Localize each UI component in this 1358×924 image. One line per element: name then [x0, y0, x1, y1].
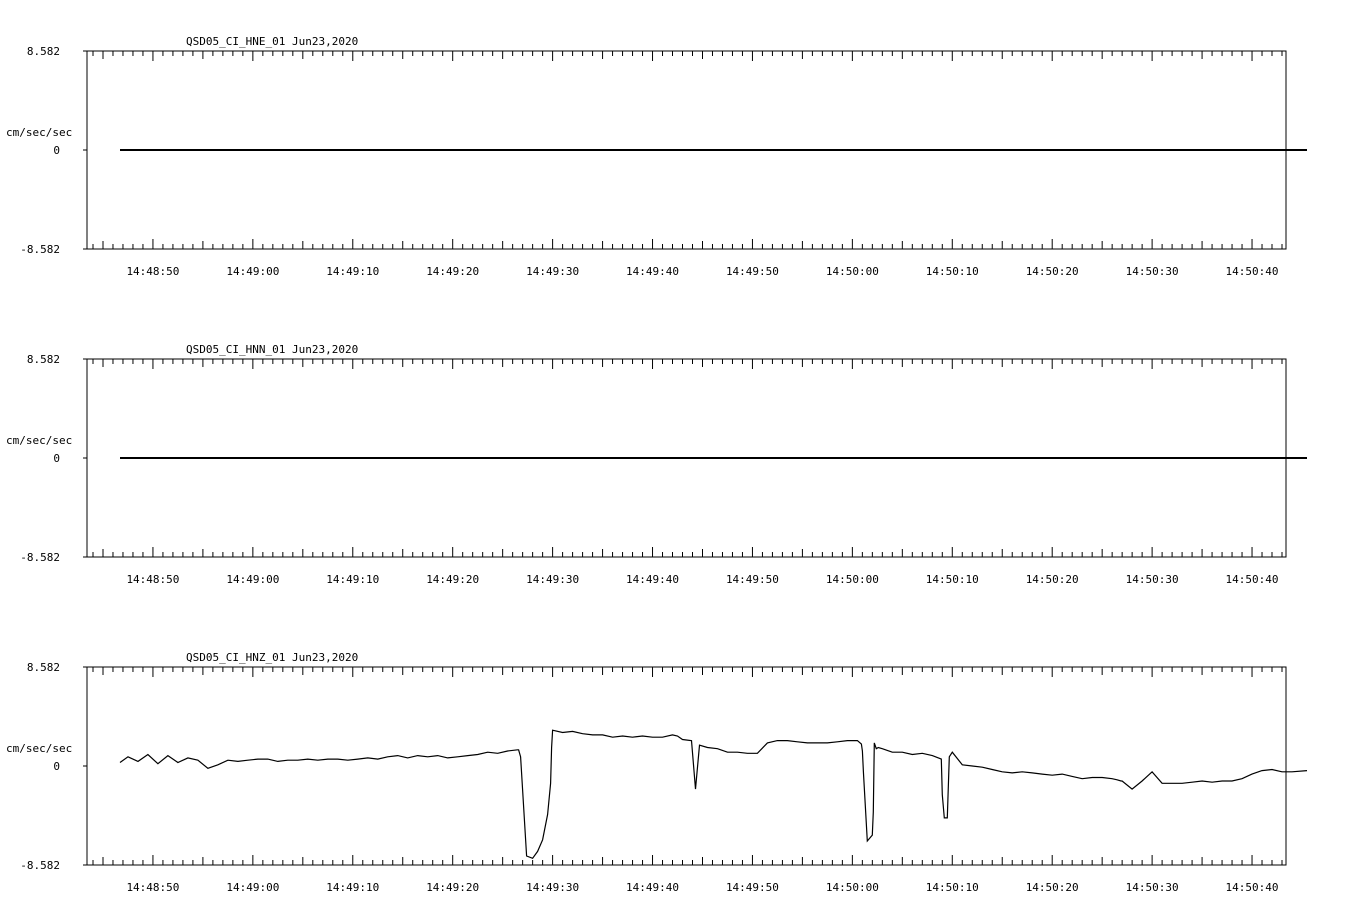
y-tick-label: 0: [53, 760, 60, 773]
y-tick-label: 0: [53, 144, 60, 157]
channel-panel-2: QSD05_CI_HNN_01 Jun23,2020 8.582 0 -8.582 cm…: [6, 343, 1307, 586]
x-tick-label: 14:50:20: [1026, 265, 1079, 278]
x-tick-label: 14:49:40: [626, 573, 679, 586]
channel-panel-1: QSD05_CI_HNE_01 Jun23,2020 8.582 0 -8.582 cm…: [6, 35, 1307, 278]
y-axis-label: cm/sec/sec: [6, 126, 72, 139]
chart-title: QSD05_CI_HNZ_01 Jun23,2020: [186, 651, 358, 664]
x-tick-label: 14:49:40: [626, 881, 679, 894]
x-tick-label: 14:49:10: [326, 573, 379, 586]
x-tick-label: 14:50:00: [826, 573, 879, 586]
y-tick-label: 8.582: [27, 45, 60, 58]
x-tick-label: 14:48:50: [126, 881, 179, 894]
x-tick-label: 14:49:20: [426, 265, 479, 278]
x-tick-label: 14:49:30: [526, 265, 579, 278]
y-tick-label: -8.582: [20, 859, 60, 872]
chart-title: QSD05_CI_HNN_01 Jun23,2020: [186, 343, 358, 356]
y-tick-label: 0: [53, 452, 60, 465]
y-axis-label: cm/sec/sec: [6, 742, 72, 755]
x-tick-label: 14:50:20: [1026, 573, 1079, 586]
x-tick-label: 14:49:10: [326, 881, 379, 894]
y-axis-label: cm/sec/sec: [6, 434, 72, 447]
y-tick-label: 8.582: [27, 661, 60, 674]
x-tick-label: 14:49:10: [326, 265, 379, 278]
x-tick-label: 14:49:30: [526, 881, 579, 894]
plot-frame: [86, 666, 1287, 866]
channel-panel-3: QSD05_CI_HNZ_01 Jun23,2020 8.582 0 -8.582 cm…: [6, 651, 1308, 894]
x-tick-label: 14:49:20: [426, 881, 479, 894]
x-tick-label: 14:50:40: [1226, 265, 1279, 278]
x-tick-label: 14:50:30: [1126, 573, 1179, 586]
x-tick-label: 14:49:00: [226, 881, 279, 894]
x-tick-label: 14:50:00: [826, 881, 879, 894]
x-tick-label: 14:50:40: [1226, 573, 1279, 586]
x-tick-label: 14:49:20: [426, 573, 479, 586]
x-tick-label: 14:49:30: [526, 573, 579, 586]
x-tick-label: 14:49:50: [726, 881, 779, 894]
x-tick-label: 14:49:50: [726, 265, 779, 278]
x-tick-label: 14:49:50: [726, 573, 779, 586]
x-tick-label: 14:48:50: [126, 265, 179, 278]
x-tick-label: 14:49:00: [226, 265, 279, 278]
y-tick-label: -8.582: [20, 243, 60, 256]
y-tick-label: 8.582: [27, 353, 60, 366]
x-tick-label: 14:50:00: [826, 265, 879, 278]
x-tick-label: 14:50:10: [926, 265, 979, 278]
series-line: [119, 729, 1308, 860]
x-tick-label: 14:50:30: [1126, 265, 1179, 278]
x-tick-label: 14:50:40: [1226, 881, 1279, 894]
x-tick-label: 14:48:50: [126, 573, 179, 586]
x-tick-label: 14:50:10: [926, 881, 979, 894]
x-tick-label: 14:50:20: [1026, 881, 1079, 894]
x-tick-label: 14:49:40: [626, 265, 679, 278]
x-tick-label: 14:49:00: [226, 573, 279, 586]
x-tick-label: 14:50:10: [926, 573, 979, 586]
x-tick-label: 14:50:30: [1126, 881, 1179, 894]
y-tick-label: -8.582: [20, 551, 60, 564]
chart-title: QSD05_CI_HNE_01 Jun23,2020: [186, 35, 358, 48]
seismogram-figure: QSD05_CI_HNE_01 Jun23,2020 8.582 0 -8.582 cm…: [6, 35, 1308, 894]
